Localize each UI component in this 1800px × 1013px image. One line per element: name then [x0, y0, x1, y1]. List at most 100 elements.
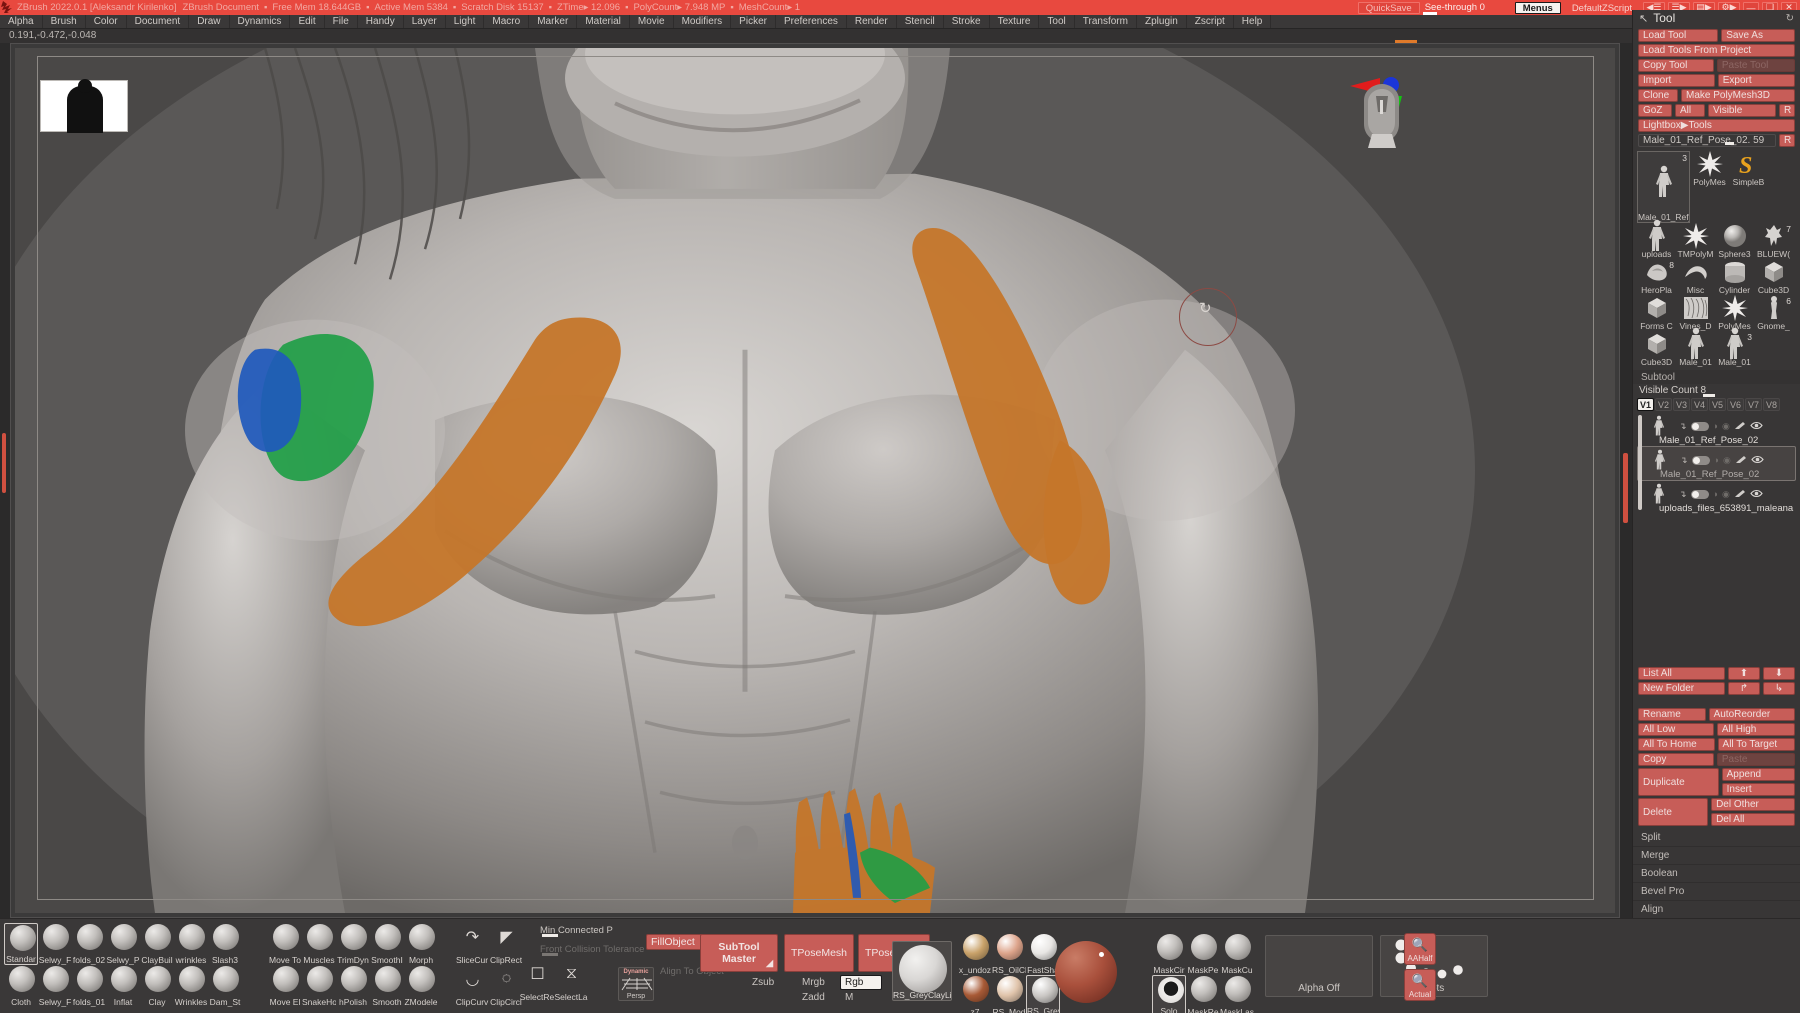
menu-item-transform[interactable]: Transform [1075, 15, 1137, 28]
menu-item-zplugin[interactable]: Zplugin [1137, 15, 1187, 28]
current-color-picker[interactable] [1055, 941, 1117, 1003]
append-button[interactable]: Append [1722, 768, 1795, 781]
menu-item-document[interactable]: Document [127, 15, 190, 28]
brush-selwy-f[interactable]: Selwy_F [38, 965, 72, 1007]
brush-maskcu[interactable]: MaskCu [1220, 933, 1254, 975]
visible-count-slider[interactable]: Visible Count 8 [1633, 384, 1800, 397]
tool-thumbnail-13[interactable]: PolyMes [1715, 295, 1754, 331]
menu-item-stroke[interactable]: Stroke [944, 15, 990, 28]
brush-x-undoz[interactable]: x_undoz [958, 933, 992, 975]
menu-item-preferences[interactable]: Preferences [776, 15, 847, 28]
subtool-row-2[interactable]: ↴◑◉ [1637, 481, 1796, 507]
menu-item-render[interactable]: Render [847, 15, 897, 28]
left-shelf-handle[interactable] [2, 433, 6, 493]
move-down-button[interactable]: ⬇ [1763, 667, 1795, 680]
del-other-button[interactable]: Del Other [1711, 798, 1795, 811]
tool-section-split[interactable]: Split [1633, 829, 1800, 847]
tool-section-align[interactable]: Align [1633, 901, 1800, 919]
brush-maskre[interactable]: MaskRe [1186, 975, 1220, 1013]
brush-rs-mod[interactable]: RS_Mod [992, 975, 1026, 1013]
subtool-row-0[interactable]: ↴◑◉ [1637, 413, 1796, 439]
visibility-set-v3[interactable]: V3 [1673, 398, 1690, 411]
current-material-swatch[interactable]: RS_GreyClayLigh [892, 941, 952, 1001]
circular-arrow-icon[interactable]: ↻ [1786, 13, 1794, 24]
goz-all-button[interactable]: All [1675, 104, 1705, 117]
menu-item-brush[interactable]: Brush [43, 15, 86, 28]
brush-zmodele[interactable]: ZModele [404, 965, 438, 1007]
menu-item-zscript[interactable]: Zscript [1187, 15, 1234, 28]
visibility-toggle-0[interactable] [1691, 422, 1709, 431]
menu-item-tool[interactable]: Tool [1039, 15, 1074, 28]
menu-item-movie[interactable]: Movie [630, 15, 674, 28]
insert-button[interactable]: Insert [1722, 783, 1795, 796]
visibility-toggle-2[interactable] [1691, 490, 1709, 499]
current-tool-field[interactable]: Male_01_Ref_Pose_02. 59 [1638, 134, 1776, 147]
export-button[interactable]: Export [1718, 74, 1795, 87]
brush-muscles[interactable]: Muscles [302, 923, 336, 965]
tool-selectre[interactable]: ☐SelectRe [520, 960, 554, 1002]
visibility-set-v7[interactable]: V7 [1745, 398, 1762, 411]
brush-clay[interactable]: Clay [140, 965, 174, 1007]
visibility-set-v1[interactable]: V1 [1637, 398, 1654, 411]
subtool-item-2[interactable]: ↴◑◉uploads_files_653891_maleana [1637, 481, 1796, 514]
polypaint-icon-2[interactable]: ↴ [1679, 489, 1687, 500]
tool-thumbnail-15[interactable]: Cube3D [1637, 331, 1676, 367]
visibility-set-v5[interactable]: V5 [1709, 398, 1726, 411]
brush-folds-01[interactable]: folds_01 [72, 965, 106, 1007]
brush-rs-grey[interactable]: RS_Grey [1026, 975, 1060, 1013]
brush-rs-oilcl[interactable]: RS_OilCl [992, 933, 1026, 975]
brush-smooth[interactable]: Smooth [370, 965, 404, 1007]
tool-cliprect[interactable]: ◤ClipRect [489, 923, 523, 965]
polypaint-icon-0[interactable]: ↴ [1679, 421, 1687, 432]
brush-claybuil[interactable]: ClayBuil [140, 923, 174, 965]
brush-trimdyn[interactable]: TrimDyn [336, 923, 370, 965]
zsub-button[interactable]: Zsub [752, 977, 774, 988]
subtool-item-0[interactable]: ↴◑◉Male_01_Ref_Pose_02 [1637, 413, 1796, 446]
tool-selectla[interactable]: ⧖SelectLa [554, 960, 588, 1002]
aahalf-button[interactable]: 🔍 AAHalf [1404, 933, 1436, 965]
eye-icon-1[interactable] [1751, 451, 1764, 469]
visibility-set-v4[interactable]: V4 [1691, 398, 1708, 411]
move-up-button[interactable]: ⬆ [1728, 667, 1760, 680]
quicksave-button[interactable]: QuickSave [1358, 2, 1420, 14]
navigation-gizmo[interactable] [1350, 66, 1420, 148]
rename-button[interactable]: Rename [1638, 708, 1706, 721]
tool-thumbnail-1[interactable]: PolyMes [1690, 151, 1729, 187]
brush-move-to[interactable]: Move To [268, 923, 302, 965]
tool-thumbnail-11[interactable]: Forms C [1637, 295, 1676, 331]
back-arrow-icon[interactable]: ↖ [1639, 12, 1648, 25]
brush-solo[interactable]: Solo [1152, 975, 1186, 1013]
right-shelf-handle[interactable] [1623, 453, 1628, 523]
ghost-icon-0[interactable]: ◉ [1722, 421, 1730, 432]
menu-item-modifiers[interactable]: Modifiers [674, 15, 732, 28]
polypaint-pen-icon-1[interactable] [1735, 451, 1747, 469]
viewport-canvas[interactable] [15, 48, 1615, 913]
menus-button[interactable]: Menus [1515, 2, 1561, 14]
brush-wrinkles[interactable]: wrinkles [174, 923, 208, 965]
del-all-button[interactable]: Del All [1711, 813, 1795, 826]
brush-move-el[interactable]: Move El [268, 965, 302, 1007]
clone-button[interactable]: Clone [1638, 89, 1678, 102]
menu-item-layer[interactable]: Layer [404, 15, 446, 28]
eye-icon-2[interactable] [1750, 485, 1763, 503]
current-tool-r-button[interactable]: R [1779, 134, 1795, 147]
tool-slicecur[interactable]: ↷SliceCur [455, 923, 489, 965]
list-all-button[interactable]: List All [1638, 667, 1725, 680]
duplicate-button[interactable]: Duplicate [1638, 768, 1719, 796]
brush-dam-st[interactable]: Dam_St [208, 965, 242, 1007]
tool-thumbnail-3[interactable]: uploads [1637, 223, 1676, 259]
tool-thumbnail-10[interactable]: Cube3D [1754, 259, 1793, 295]
see-through-slider[interactable]: See-through 0 [1423, 2, 1511, 14]
menu-item-dynamics[interactable]: Dynamics [230, 15, 291, 28]
autoreorder-button[interactable]: AutoReorder [1709, 708, 1795, 721]
lightbox-tools-button[interactable]: Lightbox▶Tools [1638, 119, 1795, 132]
all-low-button[interactable]: All Low [1638, 723, 1714, 736]
tool-thumbnail-17[interactable]: 3Male_01 [1715, 331, 1754, 367]
new-folder-button[interactable]: New Folder [1638, 682, 1725, 695]
menu-item-macro[interactable]: Macro [484, 15, 529, 28]
tool-section-boolean[interactable]: Boolean [1633, 865, 1800, 883]
tool-thumbnail-8[interactable]: Misc [1676, 259, 1715, 295]
transparency-icon-1[interactable]: ◑ [1714, 455, 1719, 465]
save-as-button[interactable]: Save As [1721, 29, 1795, 42]
make-polymesh3d-button[interactable]: Make PolyMesh3D [1681, 89, 1795, 102]
